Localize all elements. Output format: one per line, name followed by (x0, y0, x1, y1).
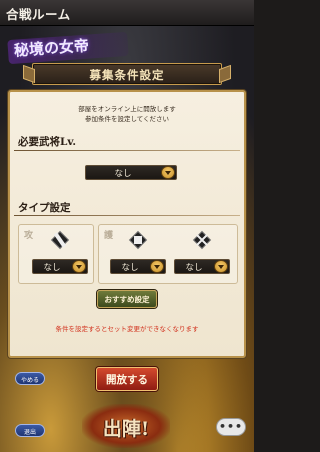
more-icon: ••• (218, 420, 244, 433)
description-line-2: 参加条件を設定してください (84, 115, 170, 123)
dialog-description: 部屋をオンライン上に開放します 参加条件を設定してください (0, 104, 254, 124)
recommend-settings-button[interactable]: おすすめ設定 (97, 290, 157, 308)
special-type-dropdown[interactable]: なし (174, 259, 230, 274)
defense-type-box (98, 224, 238, 284)
attack-type-dropdown[interactable]: なし (32, 259, 88, 274)
leave-button[interactable]: 退出 (15, 424, 45, 437)
defense-type-icon (128, 230, 148, 250)
chevron-down-icon[interactable] (214, 260, 228, 273)
warning-text: 条件を設定するとセット変更ができなくなります (55, 325, 199, 333)
defense-type-dropdown[interactable]: なし (110, 259, 166, 274)
type-settings-label: タイプ設定 (18, 202, 71, 214)
open-room-button[interactable]: 開放する (96, 367, 158, 391)
dropdown-value: なし (43, 263, 61, 273)
dropdown-value: なし (185, 263, 203, 273)
chevron-down-icon[interactable] (161, 166, 175, 179)
dropdown-value: なし (114, 169, 132, 179)
leave-label: 退出 (23, 429, 36, 436)
chevron-down-icon[interactable] (150, 260, 164, 273)
quit-button[interactable]: やめる (15, 372, 45, 385)
attack-type-icon (50, 230, 70, 250)
required-level-dropdown[interactable]: なし (85, 165, 177, 180)
required-level-label: 必要武将Lv. (18, 136, 77, 148)
chevron-down-icon[interactable] (72, 260, 86, 273)
quit-label: やめる (20, 377, 39, 384)
defense-type-label: 護 (104, 231, 114, 241)
deploy-button[interactable]: 出陣! (82, 404, 170, 448)
dialog-title: 募集条件設定 (89, 68, 165, 82)
description-line-1: 部屋をオンライン上に開放します (78, 105, 176, 113)
divider (14, 150, 240, 151)
dropdown-value: なし (121, 263, 139, 273)
open-room-label: 開放する (106, 374, 148, 386)
recommend-settings-label: おすすめ設定 (104, 295, 150, 304)
deploy-label: 出陣! (102, 418, 150, 440)
divider (14, 215, 240, 216)
attack-type-label: 攻 (24, 231, 34, 241)
special-type-icon (192, 230, 212, 250)
top-bar: 合戦ルーム (0, 0, 254, 26)
dialog-header: 募集条件設定 (23, 63, 231, 85)
chat-button[interactable]: ••• (216, 418, 246, 436)
window-title: 合戦ルーム (6, 7, 71, 22)
